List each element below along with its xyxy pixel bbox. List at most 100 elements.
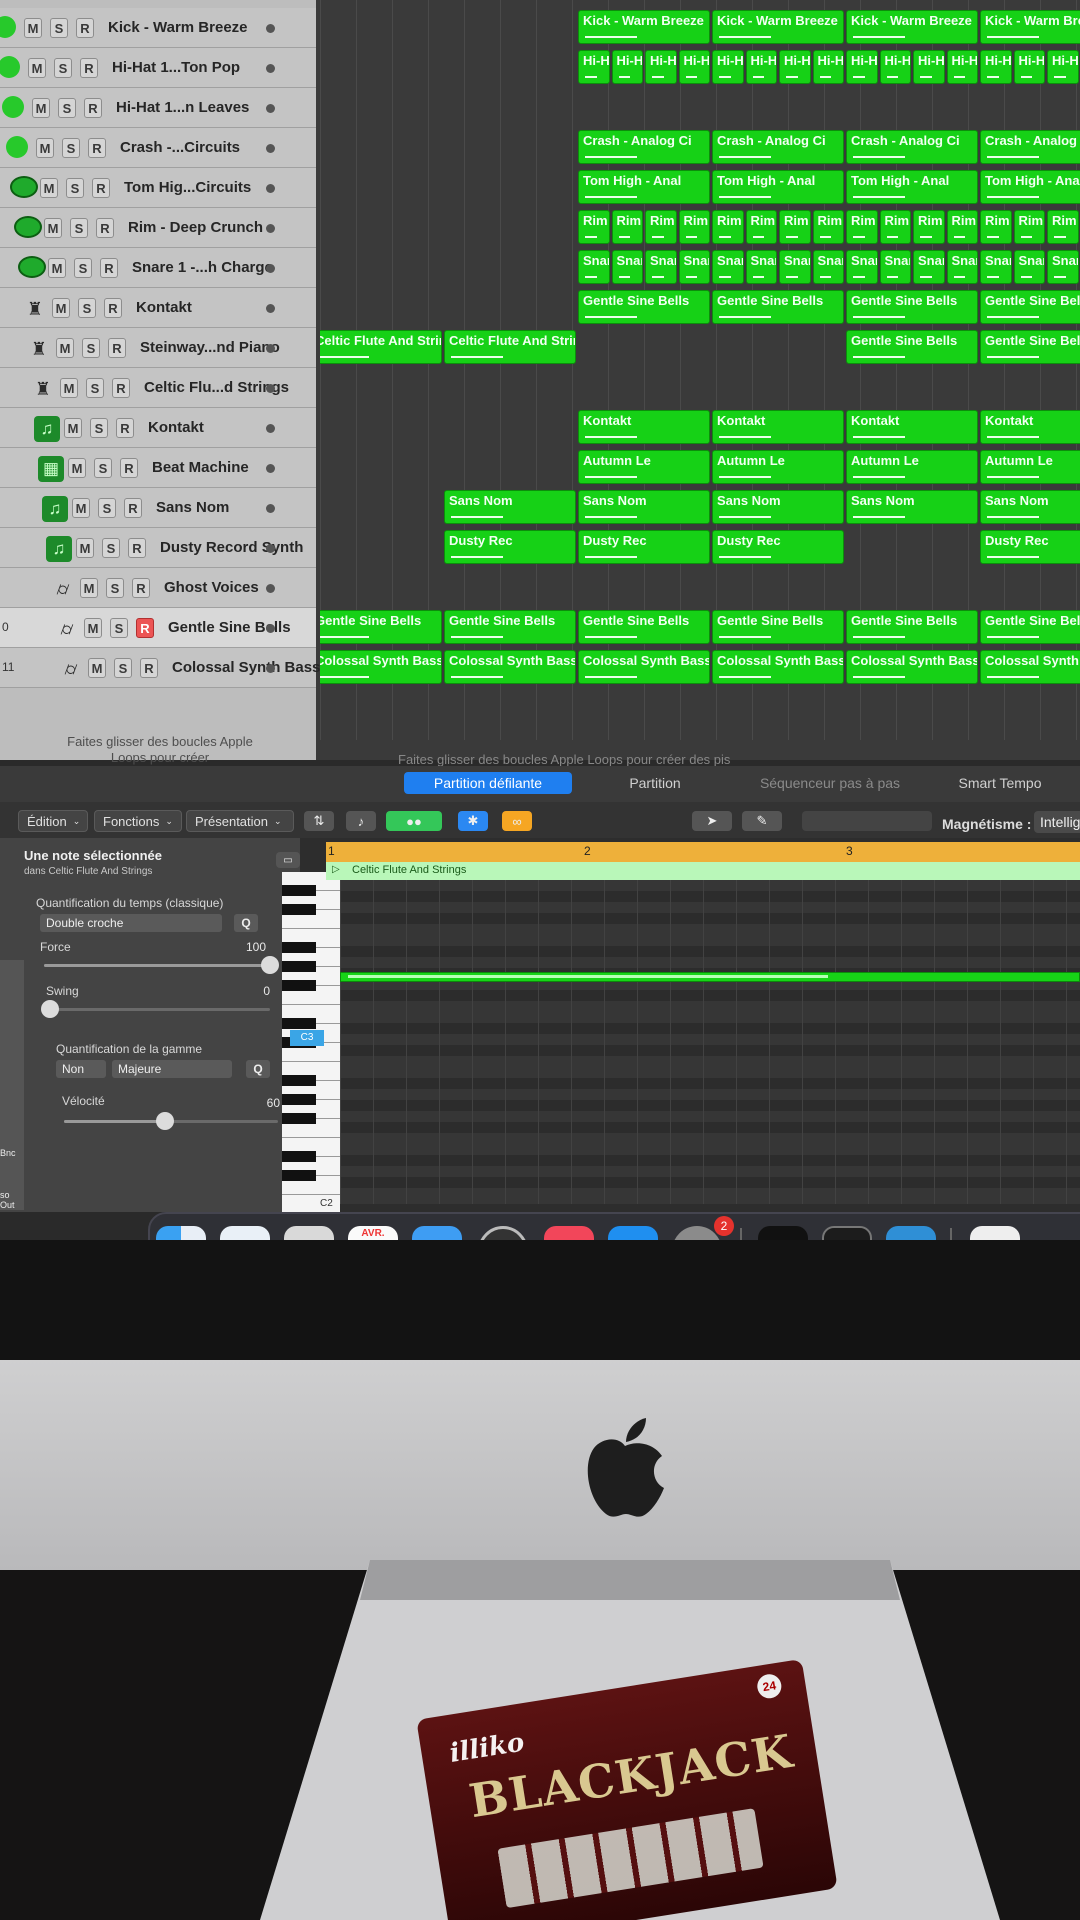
track-region[interactable]: Hi-H [1047, 50, 1079, 84]
track-region[interactable]: Rim [812, 210, 844, 244]
track-region[interactable]: Hi-H [611, 50, 643, 84]
track-region[interactable]: Gentle Sine Bells [578, 610, 710, 644]
track-region[interactable]: Colossal Synth Bass [444, 650, 576, 684]
slider-knob[interactable] [261, 956, 279, 974]
black-key[interactable] [282, 904, 316, 915]
track-region[interactable]: Kontakt [846, 410, 978, 444]
track-row[interactable]: M S R Crash -...Circuits [0, 128, 316, 168]
record-button[interactable]: R [96, 218, 114, 238]
track-region[interactable]: Gentle Sine Bells [712, 610, 844, 644]
solo-button[interactable]: S [110, 618, 128, 638]
native-instruments-icon[interactable]: N [758, 1226, 808, 1240]
track-region[interactable]: Rim [879, 210, 911, 244]
track-region[interactable]: Hi-H [812, 50, 844, 84]
track-region[interactable]: Rim [745, 210, 777, 244]
record-button[interactable]: R [88, 138, 106, 158]
black-key[interactable] [282, 1094, 316, 1105]
track-region[interactable]: Hi-H [779, 50, 811, 84]
safari-icon[interactable]: ✦ [220, 1226, 270, 1240]
solo-button[interactable]: S [94, 458, 112, 478]
track-region[interactable]: Rim [1013, 210, 1045, 244]
solo-button[interactable]: S [74, 258, 92, 278]
track-region[interactable]: Crash - Analog Ci [712, 130, 844, 164]
music-file-icon[interactable]: ♫ [970, 1226, 1020, 1240]
catch-icon[interactable]: ✱ [458, 811, 488, 831]
mute-button[interactable]: M [24, 18, 42, 38]
track-region[interactable]: Dusty Rec [578, 530, 710, 564]
track-region[interactable]: Rim [645, 210, 677, 244]
track-region[interactable]: Snar [879, 250, 911, 284]
arrange-area[interactable]: Kick - Warm Breeze Kick - Warm Breeze Kick… [320, 0, 1080, 760]
logic-icon[interactable]: ◉ [478, 1226, 528, 1240]
ni-icon[interactable]: NI [886, 1226, 936, 1240]
track-region[interactable]: Colossal Synth Bass [712, 650, 844, 684]
track-region[interactable]: Hi-H [946, 50, 978, 84]
tab-partition-defilante[interactable]: Partition défilante [404, 772, 572, 794]
track-row[interactable]: M S R Tom Hig...Circuits [0, 168, 316, 208]
track-region[interactable]: Colossal Synth Bass [846, 650, 978, 684]
track-row[interactable]: M S R Hi-Hat 1...Ton Pop [0, 48, 316, 88]
solo-button[interactable]: S [106, 578, 124, 598]
mute-button[interactable]: M [88, 658, 106, 678]
view-menu[interactable]: Présentation ⌄ [186, 810, 294, 832]
inspector-toggle-icon[interactable]: ▭ [276, 852, 300, 868]
track-region[interactable]: Snar [913, 250, 945, 284]
mute-button[interactable]: M [68, 458, 86, 478]
track-region[interactable]: Sans Nom [846, 490, 978, 524]
track-region[interactable]: Gentle Sine Bells [846, 330, 978, 364]
mute-button[interactable]: M [60, 378, 78, 398]
record-button[interactable]: R [136, 618, 154, 638]
track-region[interactable]: Celtic Flute And Strings [320, 330, 442, 364]
track-region[interactable]: Colossal Synth Bass [320, 650, 442, 684]
solo-button[interactable]: S [82, 338, 100, 358]
record-button[interactable]: R [128, 538, 146, 558]
solo-button[interactable]: S [66, 178, 84, 198]
track-region[interactable]: Hi-H [578, 50, 610, 84]
track-region[interactable]: Gentle Sine Bells [846, 290, 978, 324]
track-region[interactable]: Kick - Warm Breeze [712, 10, 844, 44]
scale-root-select[interactable]: Non [56, 1060, 106, 1078]
record-button[interactable]: R [108, 338, 126, 358]
track-row[interactable]: ♫ M S R Kontakt [0, 408, 316, 448]
midi-in-icon[interactable]: ♪ [346, 811, 376, 831]
track-region[interactable]: Kontakt [712, 410, 844, 444]
pointer-tool-icon[interactable]: ➤ [692, 811, 732, 831]
solo-button[interactable]: S [50, 18, 68, 38]
quantize-button[interactable]: Q [234, 914, 258, 932]
track-region[interactable]: Tom High - Anal [712, 170, 844, 204]
mute-button[interactable]: M [56, 338, 74, 358]
track-row[interactable]: 11 ⌭ M S R Colossal Synth Bass [0, 648, 320, 688]
track-region[interactable]: Snar [946, 250, 978, 284]
track-region[interactable]: Hi-H [980, 50, 1012, 84]
mute-button[interactable]: M [76, 538, 94, 558]
track-region[interactable]: Hi-H [846, 50, 878, 84]
track-region[interactable]: Snar [980, 250, 1012, 284]
mute-button[interactable]: M [84, 618, 102, 638]
track-region[interactable]: Hi-H [879, 50, 911, 84]
edit-menu[interactable]: Édition ⌄ [18, 810, 88, 832]
slider-knob[interactable] [155, 1112, 174, 1130]
music-icon[interactable]: ♫ [544, 1226, 594, 1240]
track-row[interactable]: M S R Rim - Deep Crunch [0, 208, 316, 248]
track-region[interactable]: Rim [1047, 210, 1079, 244]
track-region[interactable]: Kick - Warm Breeze [578, 10, 710, 44]
track-region[interactable]: Sans Nom [578, 490, 710, 524]
solo-button[interactable]: S [114, 658, 132, 678]
track-region[interactable]: Colossal Synth Bass [578, 650, 710, 684]
solo-button[interactable]: S [102, 538, 120, 558]
track-region[interactable]: Snar [678, 250, 710, 284]
track-row[interactable]: ⌭ M S R Ghost Voices [0, 568, 316, 608]
link-icon[interactable]: ●● [386, 811, 442, 831]
track-region[interactable]: Kick - Warm Breeze [980, 10, 1080, 44]
track-region[interactable]: Autumn Le [578, 450, 710, 484]
track-region[interactable]: Snar [846, 250, 878, 284]
mail-icon[interactable]: ✉ [412, 1226, 462, 1240]
track-row[interactable]: M S R Snare 1 -...h Charge [0, 248, 316, 288]
track-region[interactable]: Tom High - Anal [578, 170, 710, 204]
track-region[interactable]: Snar [578, 250, 610, 284]
track-region[interactable]: Crash - Analog Ci [578, 130, 710, 164]
track-region[interactable]: Tom High - Anal [980, 170, 1080, 204]
snap-value-select[interactable]: Intellig [1034, 811, 1080, 833]
pencil-tool-icon[interactable]: ✎ [742, 811, 782, 831]
track-region[interactable]: Hi-H [678, 50, 710, 84]
